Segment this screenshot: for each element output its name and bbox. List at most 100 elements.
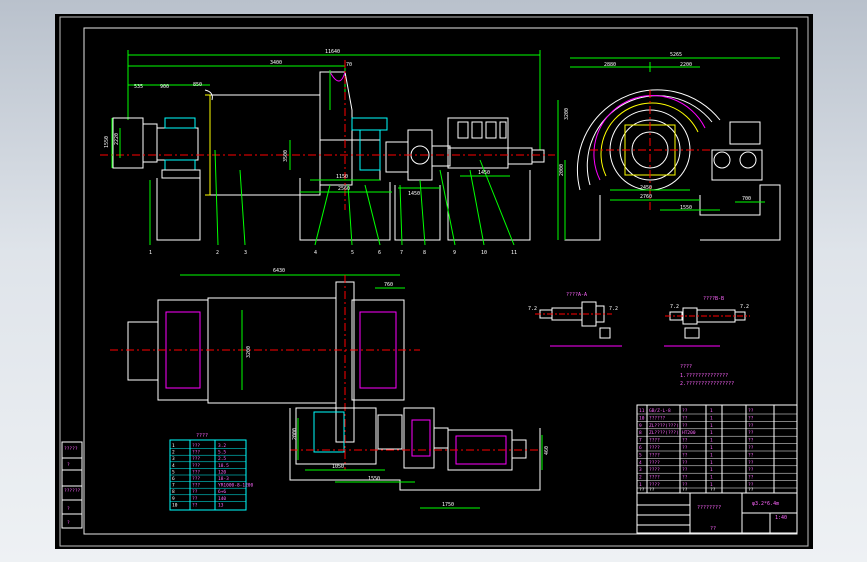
side-dim-left: 2880 (604, 62, 616, 68)
parts-list-cell: 1 (710, 408, 713, 414)
parts-list-cell: 7 (639, 438, 642, 444)
spec-table-cell: ??? (192, 476, 200, 482)
parts-list-cell: ZL????(???) (649, 430, 679, 436)
side-block-2: ? (67, 462, 70, 468)
dim-overall-length: 11640 (325, 49, 340, 55)
parts-list-cell: ?? (682, 445, 688, 451)
detail-right-a: 7.2 (670, 304, 679, 310)
plan-dim-diameter: 3200 (246, 346, 252, 358)
parts-list-cell: ?? (748, 415, 754, 421)
side-block-4: ? (67, 506, 70, 512)
spec-table: ???? 1??? 3.2 2??? 5.5 3??? 2.5 4??? 18.5 5??? 12… (169, 433, 254, 511)
parts-list-cell: 11 (639, 408, 645, 414)
parts-list-cell: HT200 (682, 430, 696, 436)
parts-list-cell: ?? (748, 438, 754, 444)
side-dim-base-right: 1550 (680, 205, 692, 211)
side-block-1: ????? (64, 446, 78, 452)
spec-table-cell: 2.5 (218, 456, 226, 462)
spec-table-cell: ?? (192, 496, 198, 502)
title-block-name: ???????? (697, 505, 721, 511)
dim-left-a: 1550 (104, 136, 110, 148)
plan-dim-lower-b: 1050 (332, 464, 344, 470)
parts-list-header-cell: ?? (649, 487, 655, 493)
parts-list-cell: ?? (748, 445, 754, 451)
parts-list-cell: ?? (682, 415, 688, 421)
spec-table-cell: 5.5 (218, 450, 226, 456)
side-dim-height: 3200 (564, 108, 570, 120)
spec-table-cell: 5 (172, 469, 175, 475)
title-block-sheet-label: ?? (710, 526, 716, 532)
dim-d4: 3400 (270, 60, 282, 66)
front-view (100, 50, 555, 246)
part-label-8: 8 (423, 250, 426, 256)
parts-list-cell: ?? (682, 467, 688, 473)
parts-list-cell: 3 (639, 467, 642, 473)
dim-base-d: 1450 (478, 170, 490, 176)
parts-list-cell: ?? (748, 452, 754, 458)
dim-d1: 535 (134, 84, 143, 90)
part-number-labels: 1 2 3 4 5 6 7 8 9 10 11 (149, 250, 517, 256)
parts-list-cell: ?? (748, 467, 754, 473)
side-view (557, 57, 781, 241)
parts-list-cell: 1 (710, 452, 713, 458)
spec-table-cell: 13 (218, 502, 224, 508)
dim-d3: 850 (193, 82, 202, 88)
plan-dim-lower-f: 1750 (442, 502, 454, 508)
parts-list-cell: 6 (639, 445, 642, 451)
plan-dim-right-w: 760 (384, 282, 393, 288)
spec-table-cell: ??? (192, 450, 200, 456)
parts-list-cell: ???? (649, 467, 660, 473)
parts-list-cell: 8 (639, 430, 642, 436)
parts-list-cell: 1 (710, 460, 713, 466)
plan-dim-motor-h: 460 (544, 446, 550, 455)
part-label-11: 11 (511, 250, 517, 256)
spec-table-cell: 8 (172, 489, 175, 495)
parts-list-cell: ???? (649, 445, 660, 451)
parts-list-cell: GB/Z-L-8 (649, 408, 671, 414)
spec-table-cell: 3 (172, 456, 175, 462)
detail-right-b: 7.2 (740, 304, 749, 310)
parts-list-cell: ?? (748, 475, 754, 481)
parts-list-cell: 1 (710, 415, 713, 421)
part-label-4: 4 (314, 250, 317, 256)
detail-left-b: 7.2 (609, 306, 618, 312)
spec-table-cell: ??? (192, 483, 200, 489)
parts-list-cell: 1 (710, 423, 713, 429)
parts-list-cell: 4 (639, 460, 642, 466)
spec-table-cell: ??? (192, 443, 200, 449)
parts-list-cell: ?? (682, 452, 688, 458)
side-dim-base-left: 2450 (640, 185, 652, 191)
parts-list-cell: ?? (682, 408, 688, 414)
parts-list-header-cell: ?? (639, 487, 645, 493)
parts-list-cell: ???? (649, 438, 660, 444)
parts-list-cell: 1 (710, 467, 713, 473)
parts-list-cell: ZL????(???) (649, 423, 679, 429)
part-label-3: 3 (244, 250, 247, 256)
spec-table-cell: 10 (172, 502, 178, 508)
spec-table-cell: 6+6 (218, 489, 226, 495)
parts-list-cell: ?? (682, 460, 688, 466)
parts-list-cell: ???? (649, 452, 660, 458)
spec-table-title: ???? (196, 433, 208, 439)
parts-list-cell: 1 (710, 445, 713, 451)
side-dim-base-far: 700 (742, 196, 751, 202)
side-block-5: ? (67, 520, 70, 526)
title-block-scale: 1:40 (775, 515, 787, 521)
side-dim-right: 2200 (680, 62, 692, 68)
parts-list-cell: 10 (639, 415, 645, 421)
parts-list-cell: 2 (639, 475, 642, 481)
part-label-6: 6 (378, 250, 381, 256)
cad-viewport[interactable]: 11640 535 900 850 3400 70 1550 2220 3500… (0, 0, 867, 562)
detail-view-right (664, 307, 750, 347)
parts-list-cell: 5 (639, 452, 642, 458)
part-label-1: 1 (149, 250, 152, 256)
spec-table-cell: 2 (172, 450, 175, 456)
side-dim-overall: 5265 (670, 52, 682, 58)
parts-list-cell: 1 (710, 430, 713, 436)
spec-table-cell: ??? (192, 456, 200, 462)
spec-table-cell: 7 (172, 483, 175, 489)
dim-base-b: 2560 (338, 186, 350, 192)
spec-table-cell: 120 (218, 469, 226, 475)
parts-list-cell: 9 (639, 423, 642, 429)
part-label-7: 7 (400, 250, 403, 256)
